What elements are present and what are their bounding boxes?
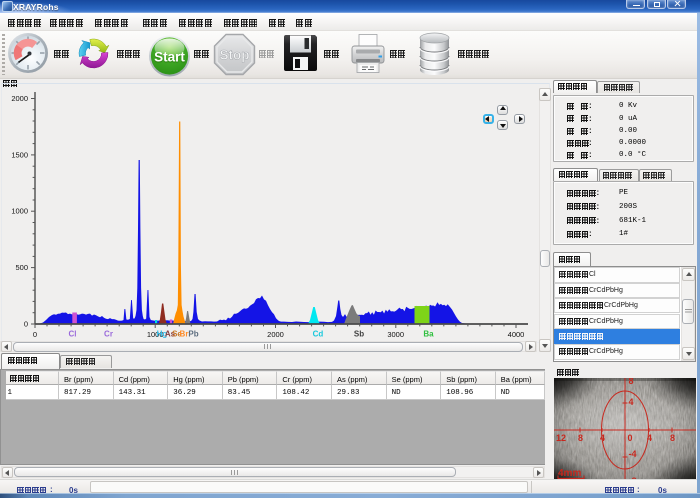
svg-text:2000: 2000 (267, 330, 284, 339)
svg-text:0: 0 (628, 433, 633, 443)
svg-text:Sb: Sb (354, 330, 364, 339)
svg-text:Ba: Ba (423, 330, 434, 339)
svg-text:Cl: Cl (69, 330, 77, 339)
svg-text:8: 8 (629, 378, 634, 386)
svg-text:4: 4 (647, 433, 652, 443)
svg-text:4: 4 (629, 397, 634, 407)
svg-text:4mm: 4mm (558, 468, 581, 479)
svg-text:3000: 3000 (387, 330, 404, 339)
svg-text:Pb: Pb (188, 330, 198, 339)
svg-text:0: 0 (24, 320, 28, 329)
svg-text:1500: 1500 (11, 150, 28, 159)
svg-text:500: 500 (15, 263, 28, 272)
svg-text:-4: -4 (629, 449, 637, 459)
svg-text:Br: Br (180, 330, 189, 339)
svg-text:0: 0 (33, 330, 37, 339)
svg-text:8: 8 (670, 433, 675, 443)
svg-text:12: 12 (556, 433, 566, 443)
svg-text:Cr: Cr (104, 330, 113, 339)
svg-text:1000: 1000 (11, 207, 28, 216)
svg-text:4000: 4000 (508, 330, 525, 339)
svg-text:4: 4 (600, 433, 605, 443)
svg-text:Cd: Cd (313, 330, 324, 339)
svg-text:8: 8 (578, 433, 583, 443)
svg-text:2000: 2000 (11, 94, 28, 103)
